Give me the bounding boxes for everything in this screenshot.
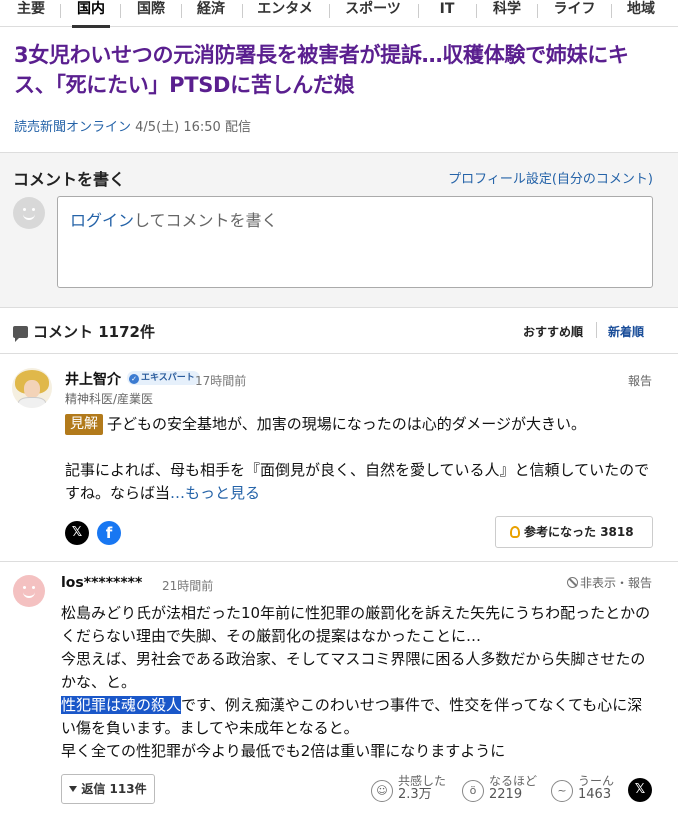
- comment-bubble-icon: [13, 326, 28, 342]
- comment-placeholder: してコメントを書く: [134, 211, 278, 230]
- sort-recommended-tab[interactable]: おすすめ順: [523, 323, 583, 340]
- article-date-suffix: 配信: [224, 120, 251, 135]
- user-avatar-icon: [13, 575, 45, 607]
- nav-divider: [611, 4, 612, 18]
- opinion-tag: 見解: [65, 414, 103, 435]
- lightbulb-icon: [510, 526, 520, 538]
- ban-icon: [566, 577, 578, 588]
- hide-report-link[interactable]: 非表示・報告: [566, 574, 652, 591]
- share-x-icon[interactable]: 𝕏: [65, 521, 89, 545]
- report-link[interactable]: 報告: [628, 372, 652, 389]
- article-date: 4/5(土) 16:50: [135, 120, 221, 135]
- comment-text: 松島みどり氏が法相だった10年前に性犯罪の厳罰化を訴えた矢先にうちわ配ったとかの…: [61, 604, 651, 760]
- check-icon: ✓: [129, 374, 139, 384]
- nav-divider: [120, 4, 121, 18]
- expert-badge: ✓ エキスパート: [127, 371, 200, 385]
- nav-tab-science[interactable]: 科学: [492, 0, 522, 27]
- comment-time: 21時間前: [162, 579, 214, 593]
- selected-text: 性犯罪は魂の殺人: [61, 696, 182, 714]
- comments-count-label: コメント 1172件: [33, 323, 155, 341]
- nav-tab-life[interactable]: ライフ: [552, 0, 597, 27]
- commenter-role: 精神科医/産業医: [65, 392, 154, 406]
- comment-item: los******** 21時間前 非表示・報告 松島みどり氏が法相だった10年…: [0, 562, 678, 826]
- agree-reaction[interactable]: 共感した 2.3万: [398, 774, 446, 802]
- nav-tab-entertainment[interactable]: エンタメ: [255, 0, 315, 27]
- replies-button[interactable]: 返信 113件: [61, 774, 155, 804]
- insight-face-icon[interactable]: ö: [462, 780, 484, 802]
- write-comment-title: コメントを書く: [13, 170, 126, 189]
- nav-tab-local[interactable]: 地域: [626, 0, 656, 27]
- share-facebook-icon[interactable]: f: [97, 521, 121, 545]
- chevron-down-icon: [69, 786, 78, 792]
- read-more-link[interactable]: …もっと見る: [170, 484, 260, 502]
- commenter-name[interactable]: 井上智介: [65, 369, 121, 389]
- comment-input[interactable]: ログインしてコメントを書く: [57, 196, 653, 288]
- insight-reaction[interactable]: なるほど 2219: [489, 774, 537, 802]
- comment-text: 子どもの安全基地が、加害の現場になったのは心的ダメージが大きい。: [107, 415, 586, 433]
- share-x-icon[interactable]: 𝕏: [628, 778, 652, 802]
- comment-time: 17時間前: [195, 374, 247, 388]
- nav-divider: [537, 4, 538, 18]
- helpful-count: 3818: [600, 525, 634, 539]
- sort-divider: [596, 322, 597, 338]
- nav-divider: [476, 4, 477, 18]
- article-title: 3女児わいせつの元消防署長を被害者が提訴…収穫体験で姉妹にキス、「死にたい」PT…: [14, 43, 629, 97]
- write-comment-section: コメントを書く プロフィール設定(自分のコメント) ログインしてコメントを書く: [0, 152, 678, 308]
- expert-avatar[interactable]: [12, 368, 52, 408]
- comments-count: コメント 1172件: [13, 321, 155, 342]
- nav-tab-international[interactable]: 国際: [136, 0, 166, 27]
- profile-settings-link[interactable]: プロフィール設定(自分のコメント): [448, 168, 653, 187]
- nav-tab-main[interactable]: 主要: [16, 0, 46, 27]
- commenter-name: los********: [61, 575, 143, 591]
- hmm-face-icon[interactable]: ~: [551, 780, 573, 802]
- article-meta: 読売新聞オンライン 4/5(土) 16:50 配信: [14, 116, 251, 135]
- user-avatar-icon: [13, 197, 45, 229]
- agree-face-icon[interactable]: ☺: [371, 780, 393, 802]
- sort-newest-tab[interactable]: 新着順: [608, 323, 644, 340]
- nav-divider: [242, 4, 243, 18]
- nav-divider: [418, 4, 419, 18]
- category-nav: 主要 国内 国際 経済 エンタメ スポーツ IT 科学 ライフ 地域: [0, 0, 678, 28]
- hmm-reaction[interactable]: うーん 1463: [578, 774, 614, 802]
- nav-tab-it[interactable]: IT: [437, 0, 457, 27]
- comment-item: 井上智介 ✓ エキスパート 17時間前 精神科医/産業医 報告 見解 子どもの安全…: [0, 354, 678, 562]
- nav-tab-sports[interactable]: スポーツ: [343, 0, 403, 27]
- nav-divider: [329, 4, 330, 18]
- nav-divider: [181, 4, 182, 18]
- nav-tab-economy[interactable]: 経済: [196, 0, 226, 27]
- nav-divider: [60, 4, 61, 18]
- article-source[interactable]: 読売新聞オンライン: [14, 120, 131, 135]
- nav-tab-domestic[interactable]: 国内: [72, 0, 110, 28]
- comment-text: 記事によれば、母も相手を『面倒見が良く、自然を愛している人』と信頼していたのです…: [65, 461, 650, 502]
- helpful-button[interactable]: 参考になった 3818: [495, 516, 653, 548]
- comments-header: コメント 1172件 おすすめ順 新着順: [0, 308, 678, 354]
- login-link[interactable]: ログイン: [70, 211, 134, 230]
